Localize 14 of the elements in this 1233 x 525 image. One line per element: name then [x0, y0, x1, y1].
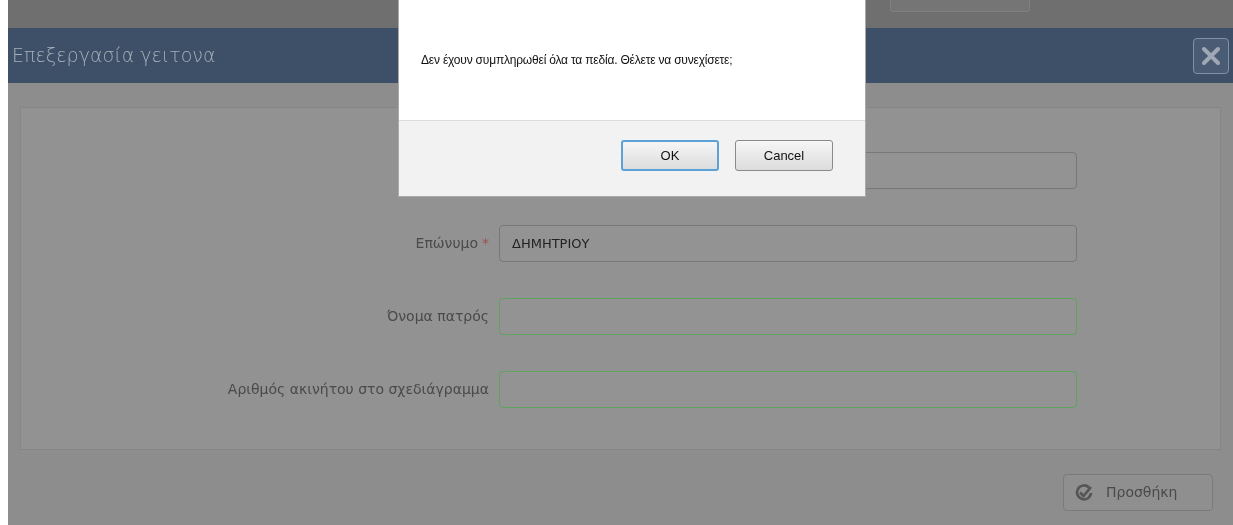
input-field[interactable]: [499, 371, 1077, 408]
dialog-title: Επεξεργασία γειτονα: [12, 43, 216, 69]
input-field[interactable]: ΔΗΜΗΤΡΙΟΥ: [499, 225, 1077, 262]
required-mark: *: [482, 235, 489, 251]
input-field[interactable]: [499, 298, 1077, 335]
field-label: Αριθμός ακινήτου στο σχεδιάγραμμα: [227, 381, 489, 397]
close-icon: [1200, 44, 1222, 67]
field-label: Επώνυμο: [415, 235, 478, 251]
close-button[interactable]: [1193, 37, 1229, 74]
alert-message: Δεν έχουν συμπληρωθεί όλα τα πεδία. Θέλετε να συνεχίσετε;: [421, 52, 733, 69]
alert-button[interactable]: OK: [621, 140, 719, 171]
check-circle-icon: [1074, 482, 1094, 503]
field-label: Όνομα πατρός: [386, 308, 489, 324]
alert-button[interactable]: Cancel: [735, 140, 833, 171]
